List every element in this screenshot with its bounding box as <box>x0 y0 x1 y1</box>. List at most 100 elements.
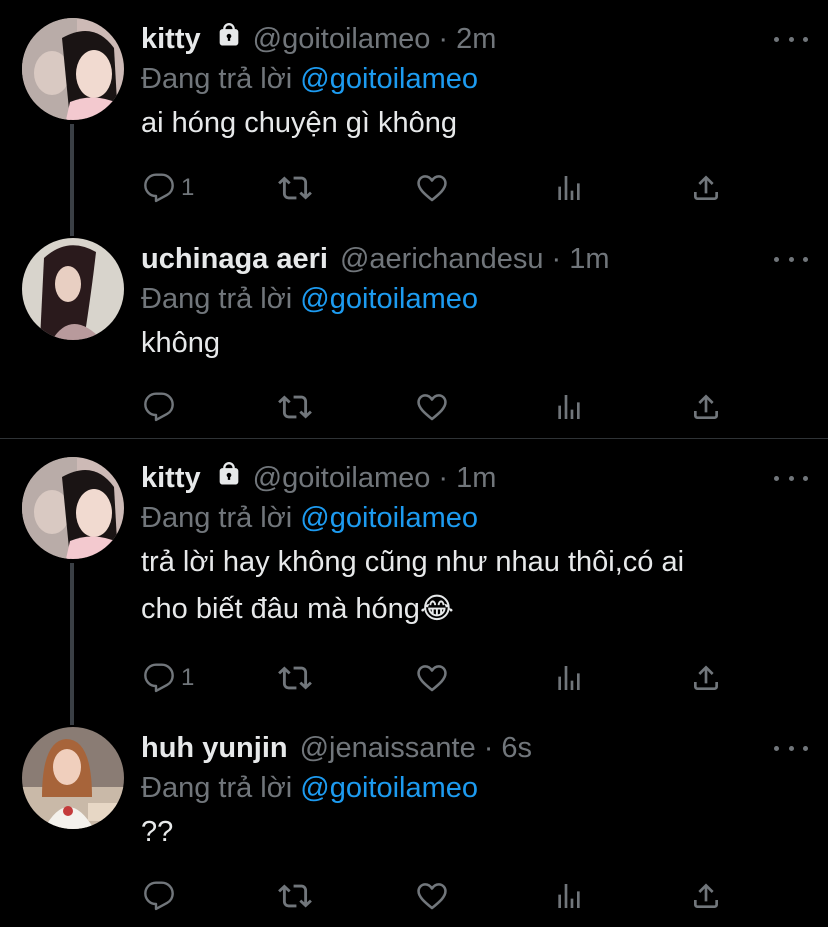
mention-link[interactable]: @goitoilameo <box>300 502 478 534</box>
like-button[interactable] <box>415 168 449 208</box>
user-handle[interactable]: @goitoilameo <box>253 23 431 56</box>
mention-link[interactable]: @goitoilameo <box>300 283 478 315</box>
retweet-button[interactable] <box>278 876 312 916</box>
tweet-header: uchinaga aeri @aerichandesu · 1m <box>141 239 808 279</box>
analytics-icon <box>553 391 585 423</box>
user-handle[interactable]: @goitoilameo <box>253 462 431 495</box>
tweet[interactable]: huh yunjin @jenaissante · 6s Đang trả lờ… <box>0 709 828 927</box>
like-icon <box>415 661 449 695</box>
reply-count: 1 <box>181 664 195 691</box>
replying-to-label: Đang trả lời <box>141 502 293 534</box>
timestamp[interactable]: 2m <box>456 23 496 56</box>
share-icon <box>690 662 722 694</box>
timestamp[interactable]: 6s <box>501 732 532 765</box>
analytics-button[interactable] <box>553 168 585 208</box>
separator: · <box>551 242 562 275</box>
like-icon <box>415 171 449 205</box>
display-name[interactable]: kitty <box>141 23 201 56</box>
mention-link[interactable]: @goitoilameo <box>300 772 478 804</box>
user-handle[interactable]: @jenaissante <box>300 732 476 765</box>
analytics-button[interactable] <box>553 387 585 427</box>
reply-icon <box>143 391 175 423</box>
tweet-text: ai hóng chuyện gì không <box>141 107 458 139</box>
avatar[interactable] <box>22 18 124 120</box>
separator: · <box>438 22 449 55</box>
laughing-emoji: 😂 <box>419 593 454 625</box>
separator: · <box>483 731 494 764</box>
retweet-icon <box>278 171 312 205</box>
tweet-header: kitty @goitoilameo · 2m <box>141 19 808 59</box>
share-button[interactable] <box>690 168 722 208</box>
replying-to: Đang trả lời @goitoilameo <box>141 768 808 808</box>
retweet-icon <box>278 879 312 913</box>
reply-icon <box>143 662 175 694</box>
avatar[interactable] <box>22 238 124 340</box>
share-button[interactable] <box>690 387 722 427</box>
action-bar <box>141 387 741 427</box>
action-bar: 1 <box>141 658 741 698</box>
reply-button[interactable]: 1 <box>143 658 194 698</box>
tweet-text-line: trả lời hay không cũng như nhau thôi,có … <box>141 546 685 578</box>
reply-button[interactable]: 1 <box>143 168 194 208</box>
reply-button[interactable] <box>143 876 175 916</box>
retweet-icon <box>278 661 312 695</box>
more-icon[interactable] <box>774 247 808 271</box>
share-icon <box>690 880 722 912</box>
tweet-header: huh yunjin @jenaissante · 6s <box>141 728 808 768</box>
display-name[interactable]: uchinaga aeri <box>141 243 328 276</box>
tweet-text: trả lời hay không cũng như nhau thôi,có … <box>141 539 808 633</box>
retweet-button[interactable] <box>278 387 312 427</box>
timestamp[interactable]: 1m <box>569 243 609 276</box>
analytics-button[interactable] <box>553 876 585 916</box>
replying-to: Đang trả lời @goitoilameo <box>141 498 808 538</box>
lock-icon <box>215 21 243 57</box>
like-button[interactable] <box>415 876 449 916</box>
lock-icon <box>215 460 243 496</box>
share-icon <box>690 391 722 423</box>
replying-to: Đang trả lời @goitoilameo <box>141 279 808 319</box>
reply-button[interactable] <box>143 387 175 427</box>
share-button[interactable] <box>690 876 722 916</box>
replying-to-label: Đang trả lời <box>141 63 293 95</box>
tweet-text-line: cho biết đâu mà hóng😂 <box>141 593 454 625</box>
tweet-text: ?? <box>141 816 174 848</box>
retweet-button[interactable] <box>278 168 312 208</box>
display-name[interactable]: huh yunjin <box>141 732 288 765</box>
action-bar <box>141 876 741 916</box>
tweet-header: kitty @goitoilameo · 1m <box>141 458 808 498</box>
avatar[interactable] <box>22 457 124 559</box>
like-icon <box>415 390 449 424</box>
analytics-icon <box>553 172 585 204</box>
avatar[interactable] <box>22 727 124 829</box>
replying-to-label: Đang trả lời <box>141 772 293 804</box>
tweet[interactable]: uchinaga aeri @aerichandesu · 1m Đang tr… <box>0 220 828 438</box>
retweet-button[interactable] <box>278 658 312 698</box>
action-bar: 1 <box>141 168 741 208</box>
more-icon[interactable] <box>774 466 808 490</box>
more-icon[interactable] <box>774 27 808 51</box>
mention-link[interactable]: @goitoilameo <box>300 63 478 95</box>
replying-to: Đang trả lời @goitoilameo <box>141 59 808 99</box>
analytics-icon <box>553 662 585 694</box>
user-handle[interactable]: @aerichandesu <box>340 243 544 276</box>
timestamp[interactable]: 1m <box>456 462 496 495</box>
replying-to-label: Đang trả lời <box>141 283 293 315</box>
reply-icon <box>143 880 175 912</box>
like-button[interactable] <box>415 658 449 698</box>
analytics-button[interactable] <box>553 658 585 698</box>
tweet[interactable]: kitty @goitoilameo · 2m Đang trả lời @go… <box>0 0 828 236</box>
retweet-icon <box>278 390 312 424</box>
like-button[interactable] <box>415 387 449 427</box>
share-icon <box>690 172 722 204</box>
tweet[interactable]: kitty @goitoilameo · 1m Đang trả lời @go… <box>0 439 828 725</box>
like-icon <box>415 879 449 913</box>
separator: · <box>438 461 449 494</box>
share-button[interactable] <box>690 658 722 698</box>
thread-line <box>70 563 74 725</box>
reply-count: 1 <box>181 174 195 201</box>
analytics-icon <box>553 880 585 912</box>
tweet-text: không <box>141 327 221 359</box>
more-icon[interactable] <box>774 736 808 760</box>
display-name[interactable]: kitty <box>141 462 201 495</box>
reply-icon <box>143 172 175 204</box>
